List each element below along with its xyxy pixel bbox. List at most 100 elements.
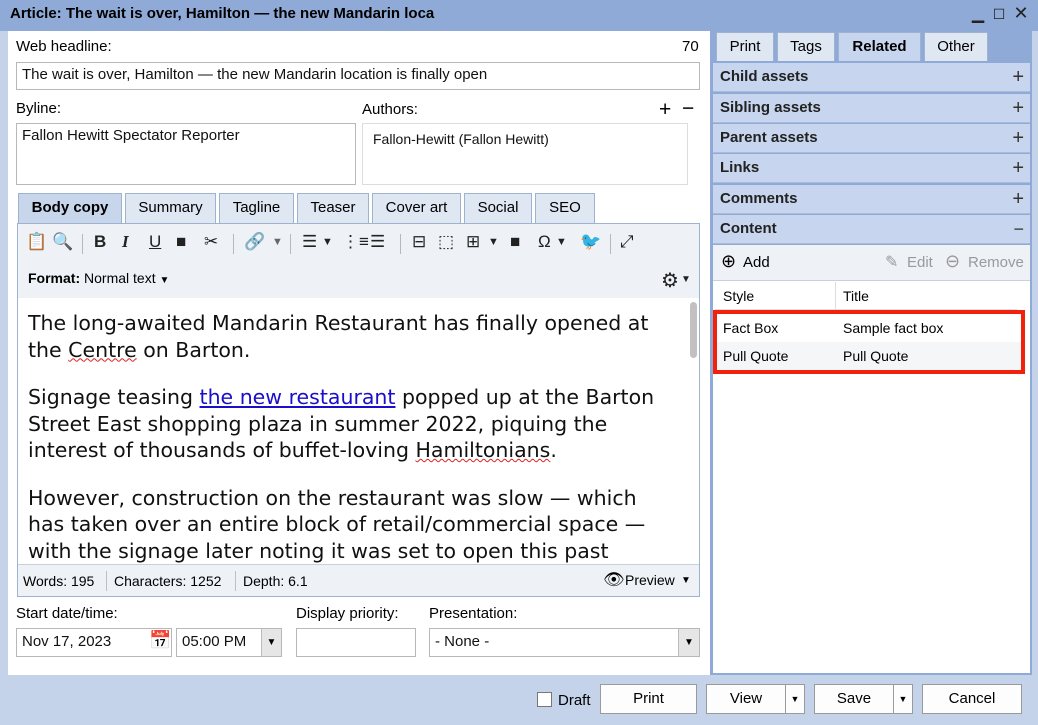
twitter-icon[interactable]: 🐦 bbox=[580, 232, 601, 252]
tab-cover-art[interactable]: Cover art bbox=[372, 193, 461, 223]
inline-link[interactable]: the new restaurant bbox=[200, 385, 396, 409]
insert-box-icon[interactable]: ⊟ bbox=[412, 232, 426, 252]
cut-icon[interactable]: ✂ bbox=[204, 232, 218, 252]
start-date-value: Nov 17, 2023 bbox=[22, 633, 112, 650]
table-dropdown-icon[interactable]: ▼ bbox=[488, 236, 499, 248]
special-character-icon[interactable]: Ω bbox=[538, 232, 551, 252]
authors-list[interactable]: Fallon-Hewitt (Fallon Hewitt) bbox=[362, 123, 688, 185]
section-content[interactable]: Content − bbox=[713, 215, 1030, 244]
tab-tags[interactable]: Tags bbox=[777, 32, 835, 61]
align-dropdown-icon[interactable]: ▼ bbox=[322, 236, 333, 248]
section-parent-assets[interactable]: Parent assets + bbox=[713, 124, 1030, 153]
remove-author-icon[interactable]: − bbox=[682, 97, 694, 121]
table-row[interactable]: Pull Quote Pull Quote bbox=[717, 342, 1021, 370]
view-button[interactable]: View bbox=[706, 684, 786, 714]
editor-content[interactable]: The long-awaited Mandarin Restaurant has… bbox=[18, 298, 688, 564]
save-button[interactable]: Save bbox=[814, 684, 894, 714]
tab-related[interactable]: Related bbox=[838, 32, 921, 61]
rich-text-editor: 📋 🔍 B I U ■ ✂ 🔗 ▼ ☰ ▼ ⋮≡ ☰ ⊟ ⬚ ⊞ ▼ ■ Ω ▼… bbox=[17, 223, 700, 597]
author-item[interactable]: Fallon-Hewitt (Fallon Hewitt) bbox=[373, 131, 549, 147]
tab-teaser[interactable]: Teaser bbox=[297, 193, 369, 223]
tab-print[interactable]: Print bbox=[716, 32, 774, 61]
editor-scrollbar[interactable] bbox=[688, 298, 699, 564]
chevron-down-icon[interactable]: ▼ bbox=[681, 575, 691, 586]
draft-checkbox[interactable] bbox=[537, 692, 552, 707]
headline-input[interactable]: The wait is over, Hamilton — the new Man… bbox=[16, 62, 700, 90]
byline-input[interactable]: Fallon Hewitt Spectator Reporter bbox=[16, 123, 356, 185]
chevron-down-icon[interactable]: ▼ bbox=[678, 629, 699, 656]
status-divider bbox=[235, 571, 236, 591]
add-icon[interactable]: ⊕ bbox=[721, 251, 736, 272]
depth-value: Depth: 6.1 bbox=[243, 573, 308, 589]
save-dropdown-icon[interactable]: ▼ bbox=[893, 684, 913, 714]
add-button[interactable]: Add bbox=[743, 254, 770, 271]
scrollbar-thumb[interactable] bbox=[690, 302, 697, 358]
insert-special-icon[interactable]: ■ bbox=[176, 232, 186, 252]
word-count: Words: 195 bbox=[23, 573, 95, 589]
expand-icon[interactable]: + bbox=[1012, 94, 1024, 122]
tab-seo[interactable]: SEO bbox=[535, 193, 595, 223]
expand-icon[interactable]: + bbox=[1012, 124, 1024, 152]
section-comments[interactable]: Comments + bbox=[713, 185, 1030, 214]
toolbar-divider bbox=[82, 234, 83, 254]
presentation-select[interactable]: - None - bbox=[429, 628, 700, 657]
bullet-list-icon[interactable]: ☰ bbox=[370, 232, 385, 252]
settings-dropdown-icon[interactable]: ▼ bbox=[681, 274, 691, 285]
italic-icon[interactable]: I bbox=[122, 232, 129, 252]
bold-icon[interactable]: B bbox=[94, 232, 106, 252]
eye-icon[interactable]: 👁 bbox=[603, 570, 625, 590]
window-titlebar: Article: The wait is over, Hamilton — th… bbox=[0, 0, 1038, 31]
remove-button[interactable]: Remove bbox=[968, 254, 1024, 271]
cancel-button[interactable]: Cancel bbox=[922, 684, 1022, 714]
gear-icon[interactable]: ⚙ bbox=[661, 268, 679, 293]
underline-icon[interactable]: U bbox=[149, 232, 161, 252]
draft-label[interactable]: Draft bbox=[558, 692, 591, 709]
table-icon[interactable]: ⊞ bbox=[466, 232, 480, 252]
minimize-icon[interactable]: ▁ bbox=[968, 4, 988, 24]
column-title[interactable]: Title bbox=[843, 288, 869, 304]
expand-icon[interactable]: + bbox=[1012, 154, 1024, 182]
toolbar-divider bbox=[400, 234, 401, 254]
toolbar-divider bbox=[233, 234, 234, 254]
row-style: Pull Quote bbox=[723, 348, 789, 364]
tab-body-copy[interactable]: Body copy bbox=[18, 193, 122, 223]
special-character-dropdown-icon[interactable]: ▼ bbox=[556, 236, 567, 248]
numbered-list-icon[interactable]: ⋮≡ bbox=[342, 232, 369, 252]
section-child-assets[interactable]: Child assets + bbox=[713, 63, 1030, 92]
expand-icon[interactable]: + bbox=[1012, 185, 1024, 213]
expand-icon[interactable]: + bbox=[1012, 63, 1024, 91]
section-sibling-assets[interactable]: Sibling assets + bbox=[713, 94, 1030, 123]
paste-icon[interactable]: 📋 bbox=[26, 232, 47, 252]
view-dropdown-icon[interactable]: ▼ bbox=[785, 684, 805, 714]
tab-other[interactable]: Other bbox=[924, 32, 988, 61]
calendar-icon[interactable]: 📅 bbox=[149, 630, 171, 651]
close-icon[interactable]: ✕ bbox=[1011, 3, 1031, 24]
section-links[interactable]: Links + bbox=[713, 154, 1030, 183]
video-icon[interactable]: ■ bbox=[510, 232, 520, 252]
tab-social[interactable]: Social bbox=[464, 193, 532, 223]
fullscreen-icon[interactable]: ⤢ bbox=[620, 232, 634, 252]
collapse-icon[interactable]: − bbox=[1013, 215, 1024, 243]
add-author-icon[interactable]: + bbox=[659, 98, 671, 122]
print-button[interactable]: Print bbox=[600, 684, 697, 714]
format-selector[interactable]: Format: Normal text ▼ bbox=[28, 270, 169, 286]
align-icon[interactable]: ☰ bbox=[302, 232, 317, 252]
find-replace-icon[interactable]: 🔍 bbox=[52, 232, 73, 252]
edit-button[interactable]: Edit bbox=[907, 254, 933, 271]
spelling-flag: Hamiltonians bbox=[415, 438, 551, 462]
tab-summary[interactable]: Summary bbox=[125, 193, 216, 223]
start-time-value: 05:00 PM bbox=[182, 633, 247, 650]
table-row[interactable]: Fact Box Sample fact box bbox=[717, 314, 1021, 342]
preview-button[interactable]: Preview bbox=[625, 572, 675, 588]
tab-tagline[interactable]: Tagline bbox=[219, 193, 294, 223]
column-style[interactable]: Style bbox=[723, 288, 754, 304]
paragraph: However, construction on the restaurant … bbox=[28, 485, 646, 563]
remove-icon: ⊖ bbox=[945, 251, 961, 271]
format-label: Format: bbox=[28, 270, 81, 286]
link-dropdown-icon[interactable]: ▼ bbox=[272, 236, 283, 248]
priority-input[interactable] bbox=[296, 628, 416, 657]
link-icon[interactable]: 🔗 bbox=[244, 232, 265, 252]
maximize-icon[interactable]: ☐ bbox=[989, 6, 1009, 23]
chevron-down-icon[interactable]: ▼ bbox=[261, 629, 281, 656]
insert-block-icon[interactable]: ⬚ bbox=[438, 232, 454, 252]
